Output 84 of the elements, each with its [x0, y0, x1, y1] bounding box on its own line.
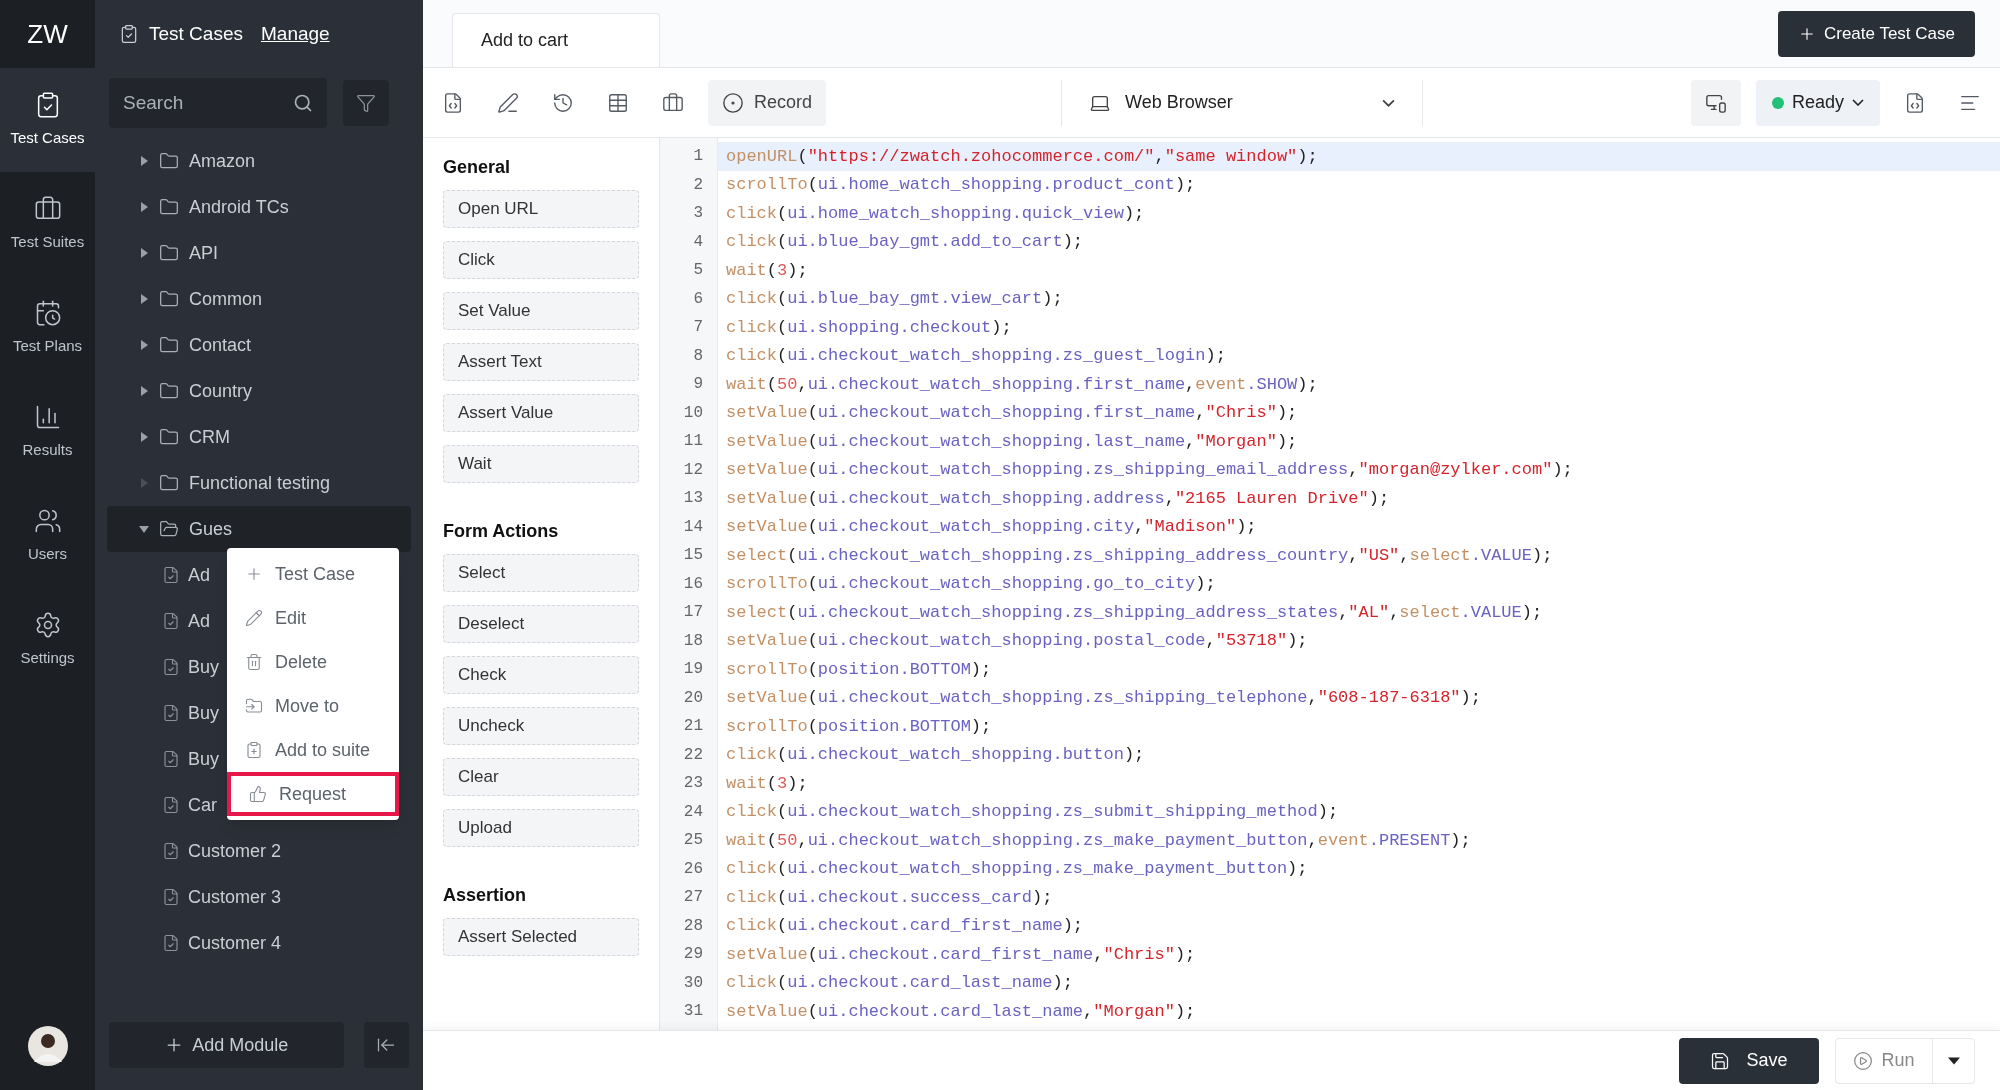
line-number: 11: [683, 431, 703, 453]
line-number: 3: [693, 203, 703, 225]
line-number: 14: [683, 516, 703, 538]
code-line: wait(50,ui.checkout_watch_shopping.zs_make_payment_button,event.PRESENT);: [725, 829, 1472, 852]
test-case-name: Customer 2: [188, 839, 282, 863]
folder-name: Functional testing: [189, 471, 331, 495]
line-number: 15: [683, 545, 703, 567]
code-line: click(ui.checkout_watch_shopping.zs_make_payment_button);: [725, 858, 1309, 880]
code-line: wait(50,ui.checkout_watch_shopping.first_name,event.SHOW);: [725, 373, 1319, 396]
code-line: setValue(ui.checkout.card_last_name,"Morgan");: [725, 1000, 1197, 1023]
test-case-name: Customer 3: [188, 885, 282, 909]
code-line: click(ui.checkout.card_first_name);: [725, 915, 1085, 937]
code-line: click(ui.home_watch_shopping.quick_view);: [725, 202, 1146, 225]
line-number: 22: [683, 744, 703, 766]
code-line: scrollTo(ui.home_watch_shopping.product_cont);: [725, 174, 1197, 196]
line-number: 5: [693, 260, 703, 282]
line-number: 16: [683, 573, 703, 595]
line-number: 29: [683, 944, 703, 966]
test-case-name: Ad: [188, 563, 211, 587]
code-line: scrollTo(position.BOTTOM);: [725, 658, 993, 681]
code-line: wait(3);: [725, 772, 809, 795]
test-case-name: Buy: [188, 655, 220, 679]
test-case-name: Car: [188, 793, 217, 817]
line-number: 6: [693, 288, 703, 310]
line-number: 1: [693, 146, 703, 168]
code-line: setValue(ui.checkout_watch_shopping.last_name,"Morgan");: [725, 430, 1299, 453]
code-line: click(ui.shopping.checkout);: [725, 316, 1013, 339]
line-number: 20: [683, 687, 703, 709]
code-line: select(ui.checkout_watch_shopping.zs_shipping_address_country,"US",select.VALUE);: [725, 544, 1554, 567]
code-line: click(ui.blue_bay_gmt.add_to_cart);: [725, 231, 1085, 253]
line-number: 30: [683, 972, 703, 994]
line-number: 18: [683, 630, 703, 652]
line-number: 31: [683, 1001, 703, 1023]
code-line: click(ui.checkout_watch_shopping.button);: [725, 744, 1146, 766]
line-number: 24: [683, 801, 703, 823]
folder-name: Gues: [189, 517, 233, 541]
code-line: setValue(ui.checkout_watch_shopping.zs_shipping_telephone,"608-187-6318");: [725, 687, 1482, 709]
line-number: 12: [683, 459, 703, 481]
line-number: 8: [693, 345, 703, 367]
line-number: 25: [683, 830, 703, 852]
code-line: click(ui.blue_bay_gmt.view_cart);: [725, 288, 1064, 310]
line-number: 10: [683, 402, 703, 424]
test-case-name: Buy: [188, 701, 220, 725]
line-number: 21: [683, 716, 703, 738]
code-line: click(ui.checkout_watch_shopping.zs_submit_shipping_method);: [725, 801, 1340, 823]
line-number: 19: [683, 659, 703, 681]
test-case-name: Buy: [188, 747, 220, 771]
test-case-name: Ad: [188, 609, 211, 633]
folder-name: CRM: [189, 425, 230, 449]
section-heading: Form Actions: [443, 519, 559, 543]
line-number: 4: [693, 231, 703, 253]
folder-name: Android TCs: [189, 195, 289, 219]
section-heading: General: [443, 155, 511, 179]
code-line: setValue(ui.checkout_watch_shopping.first_name,"Chris");: [725, 402, 1299, 424]
line-number: 2: [693, 174, 703, 196]
folder-name: API: [189, 241, 218, 265]
code-line: click(ui.checkout.card_last_name);: [725, 972, 1074, 994]
folder-name: Common: [189, 287, 263, 311]
code-line: setValue(ui.checkout_watch_shopping.city,"Madison");: [725, 516, 1258, 538]
folder-name: Contact: [189, 333, 252, 357]
line-number: 7: [693, 317, 703, 339]
code-line: scrollTo(position.BOTTOM);: [725, 715, 993, 738]
code-line: select(ui.checkout_watch_shopping.zs_shipping_address_states,"AL",select.VALUE);: [725, 601, 1544, 624]
line-number: 27: [683, 887, 703, 909]
line-number: 17: [683, 602, 703, 624]
folder-name: Amazon: [189, 149, 256, 173]
code-line: setValue(ui.checkout_watch_shopping.address,"2165 Lauren Drive");: [725, 487, 1391, 510]
sidebar-title: Test Cases: [149, 21, 243, 46]
code-line: setValue(ui.checkout_watch_shopping.postal_code,"53718");: [725, 630, 1309, 652]
section-heading: Assertion: [443, 883, 527, 907]
folder-name: Country: [189, 379, 253, 403]
line-number: 28: [683, 915, 703, 937]
code-line: click(ui.checkout_watch_shopping.zs_guest_login);: [725, 345, 1227, 367]
code-line: scrollTo(ui.checkout_watch_shopping.go_to_city);: [725, 573, 1217, 595]
line-number: 9: [693, 374, 703, 396]
app-logo: ZW: [27, 17, 68, 51]
code-line: setValue(ui.checkout_watch_shopping.zs_shipping_email_address,"morgan@zylker.com");: [725, 459, 1574, 481]
code-line: click(ui.checkout.success_card);: [725, 886, 1054, 909]
code-line: wait(3);: [725, 259, 809, 282]
code-line: setValue(ui.checkout.card_first_name,"Chris");: [725, 943, 1197, 966]
test-case-name: Customer 4: [188, 931, 282, 955]
line-number: 23: [683, 773, 703, 795]
line-number: 26: [683, 858, 703, 880]
line-number: 13: [683, 488, 703, 510]
